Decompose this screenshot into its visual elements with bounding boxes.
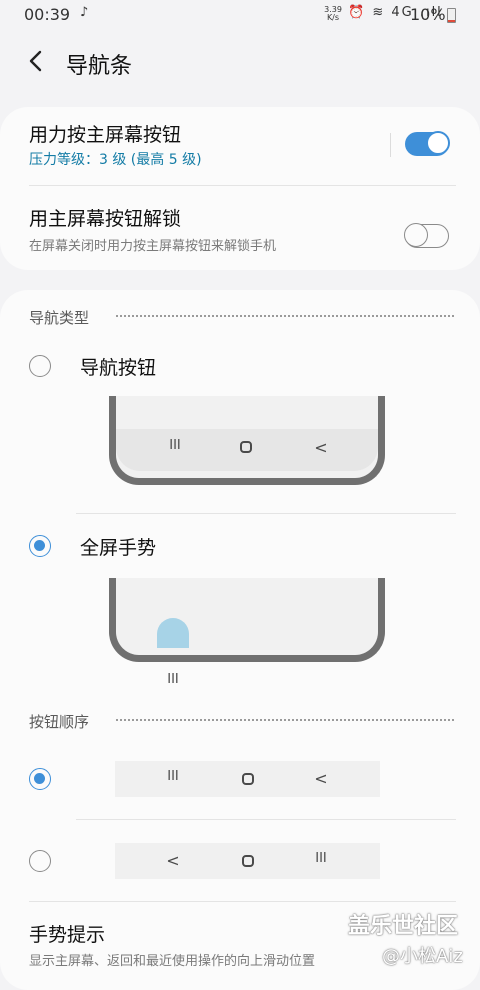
pressure-level: 压力等级：3 级 (最高 5 级) <box>29 152 202 168</box>
nav-buttons-preview[interactable]: III < <box>109 396 385 485</box>
order-1-radio[interactable] <box>29 768 51 790</box>
watermark-logo-text: 盖乐世社区 <box>348 914 459 939</box>
recents-icon: III <box>167 769 179 784</box>
divider <box>76 513 456 514</box>
network-speed-unit: K/s <box>326 13 340 22</box>
back-nav-icon: < <box>314 769 328 788</box>
battery-icon <box>447 8 456 23</box>
gestures-radio[interactable] <box>29 535 51 557</box>
row-separator <box>390 133 391 157</box>
back-nav-icon: < <box>314 438 328 457</box>
gestures-option[interactable]: 全屏手势 <box>0 525 480 571</box>
home-icon <box>242 773 254 785</box>
back-button[interactable] <box>26 48 46 74</box>
battery-percent: 10% <box>410 5 446 24</box>
gestures-label: 全屏手势 <box>80 537 157 559</box>
unlock-subtitle: 在屏幕关闭时用力按主屏幕按钮来解锁手机 <box>29 239 277 254</box>
order-option-2[interactable]: < III <box>0 836 480 886</box>
nav-buttons-label: 导航按钮 <box>80 357 157 379</box>
section-dots <box>116 719 454 721</box>
navigation-type-card: 导航类型 导航按钮 III < 全屏手势 III 按钮顺序 III < < II… <box>0 290 480 990</box>
gesture-hint-icon: III <box>167 672 179 687</box>
watermark-author: @小松Aiz <box>382 946 463 967</box>
gesture-hint-title: 手势提示 <box>29 924 106 946</box>
recents-icon: III <box>315 851 327 866</box>
nav-buttons-option[interactable]: 导航按钮 <box>0 342 480 388</box>
recents-icon: III <box>169 438 181 453</box>
unlock-row[interactable]: 用主屏幕按钮解锁 在屏幕关闭时用力按主屏幕按钮来解锁手机 <box>0 186 480 270</box>
unlock-title: 用主屏幕按钮解锁 <box>29 208 182 230</box>
divider <box>76 819 456 820</box>
pressure-toggle[interactable] <box>405 131 450 156</box>
page-title: 导航条 <box>66 54 133 79</box>
gesture-hint-subtitle: 显示主屏幕、返回和最近使用操作的向上滑动位置 <box>29 954 316 969</box>
swipe-hint-bubble <box>157 618 189 648</box>
chevron-left-icon <box>29 50 42 72</box>
pressure-settings-card: 用力按主屏幕按钮 压力等级：3 级 (最高 5 级) 用主屏幕按钮解锁 在屏幕关… <box>0 107 480 270</box>
unlock-toggle[interactable] <box>404 223 449 248</box>
nav-type-section-title: 导航类型 <box>29 309 90 327</box>
button-order-section-title: 按钮顺序 <box>29 713 90 731</box>
order-option-1[interactable]: III < <box>0 754 480 804</box>
home-icon <box>240 441 252 453</box>
home-icon <box>242 855 254 867</box>
status-time: 00:39 <box>24 5 71 24</box>
tiktok-icon: ♪ <box>80 5 89 20</box>
status-bar: 00:39 ♪ 3.39 K/s ⏰ ≋ 4G .ıll 10% <box>0 0 480 30</box>
gestures-preview[interactable] <box>109 578 385 662</box>
pressure-title: 用力按主屏幕按钮 <box>29 124 182 146</box>
nav-buttons-radio[interactable] <box>29 355 51 377</box>
network-speed: 3.39 K/s <box>322 6 344 22</box>
order-2-radio[interactable] <box>29 850 51 872</box>
back-nav-icon: < <box>166 851 180 870</box>
section-dots <box>116 315 454 317</box>
pressure-row[interactable]: 用力按主屏幕按钮 压力等级：3 级 (最高 5 级) <box>0 107 480 185</box>
